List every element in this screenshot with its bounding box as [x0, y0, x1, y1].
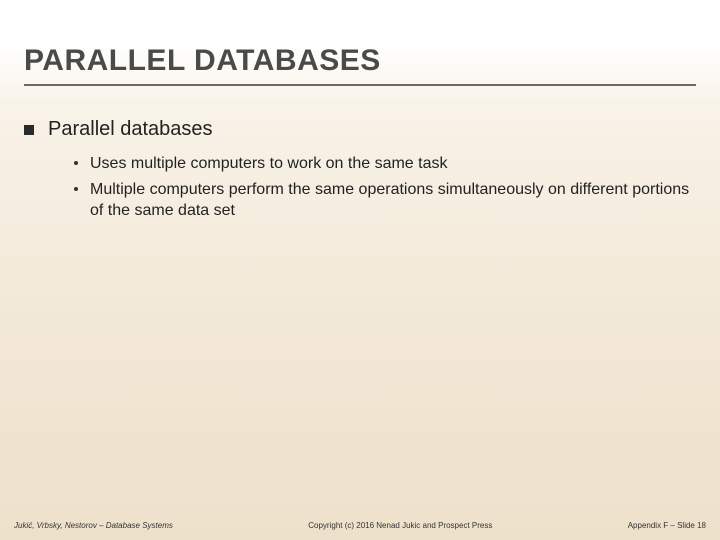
footer-center: Copyright (c) 2016 Nenad Jukic and Prosp…: [173, 521, 628, 530]
level2-group: Uses multiple computers to work on the s…: [74, 153, 696, 222]
slide: PARALLEL DATABASES Parallel databases Us…: [0, 0, 720, 540]
dot-bullet-icon: [74, 187, 78, 191]
square-bullet-icon: [24, 125, 34, 135]
footer-left: Jukić, Vrbsky, Nestorov – Database Syste…: [14, 521, 173, 530]
level2-text: Uses multiple computers to work on the s…: [90, 153, 447, 175]
bullet-level1: Parallel databases: [24, 118, 696, 141]
footer-right: Appendix F – Slide 18: [628, 521, 706, 530]
level2-text: Multiple computers perform the same oper…: [90, 179, 696, 222]
slide-content: Parallel databases Uses multiple compute…: [24, 118, 696, 226]
dot-bullet-icon: [74, 161, 78, 165]
level1-text: Parallel databases: [48, 118, 213, 141]
bullet-level2: Uses multiple computers to work on the s…: [74, 153, 696, 175]
bullet-level2: Multiple computers perform the same oper…: [74, 179, 696, 222]
slide-title: PARALLEL DATABASES: [24, 44, 696, 86]
slide-footer: Jukić, Vrbsky, Nestorov – Database Syste…: [0, 521, 720, 530]
